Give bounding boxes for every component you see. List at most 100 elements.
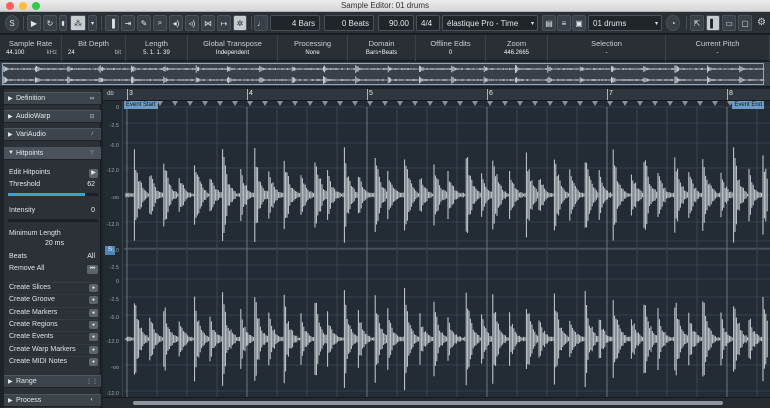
remove-all-row[interactable]: Remove All ⏮ [8,264,98,275]
zoom-tool[interactable]: ⌕ [153,15,167,31]
hitpoint-marker[interactable] [277,101,283,106]
clip-select[interactable]: 01 drums ▾ [588,15,662,31]
intensity-slider[interactable] [8,219,98,222]
ruler[interactable]: db 3 4 5 6 7 8 [103,89,770,101]
info-value[interactable]: - [548,50,665,56]
section-process[interactable]: ▶ Process ◐ [4,394,101,407]
hitpoint-marker[interactable] [487,101,493,106]
time-signature-field[interactable]: 4/4 [416,15,440,31]
hitpoint-marker[interactable] [187,101,193,106]
volume-slider[interactable]: ▮ [59,15,67,31]
auto-scroll-button[interactable]: ↦ [217,15,231,31]
info-value[interactable]: 5. 1. 1. 39 [126,50,187,56]
info-value[interactable]: 0 [416,50,485,56]
info-column[interactable]: Sample Rate 44.100 kHz [0,35,62,61]
horizontal-scrollbar[interactable] [103,397,770,408]
bars-length-field[interactable]: 4 Bars [270,15,320,31]
hitpoint-marker[interactable] [367,101,373,106]
hitpoint-marker[interactable] [427,101,433,106]
threshold-slider[interactable] [8,193,98,196]
action-row[interactable]: Create Markers ● [8,306,98,318]
info-column[interactable]: Zoom 446.2665 [486,35,548,61]
hitpoint-marker[interactable] [157,101,163,106]
action-run-icon[interactable]: ● [89,345,98,354]
acoustic-feedback-button[interactable]: ⁂ [70,15,86,31]
hitpoint-marker[interactable] [457,101,463,106]
info-column[interactable]: Selection - [548,35,666,61]
hitpoint-marker[interactable] [397,101,403,106]
overview-toggle-button[interactable]: ▭ [722,15,736,31]
info-column[interactable]: Current Pitch - [666,35,770,61]
scrub-tool[interactable]: ◃) [185,15,199,31]
hitpoint-marker[interactable] [697,101,703,106]
left-zone-button[interactable]: ⇱ [690,15,704,31]
waveform-overview[interactable] [0,62,770,87]
algorithm-select[interactable]: élastique Pro - Time ▾ [442,15,538,31]
action-row[interactable]: Create Groove ● [8,294,98,305]
info-column[interactable]: Offline Edits 0 [416,35,486,61]
play-button[interactable]: ▶ [27,15,41,31]
section-hitpoints[interactable]: ▼ Hitpoints ⊤ [4,147,101,160]
overview-range-frame[interactable] [2,63,764,85]
hitpoint-marker[interactable] [412,101,418,106]
snap-to-zero-button[interactable]: ⋈ [201,15,215,31]
loop-button[interactable]: ↻ [43,15,57,31]
hitpoint-marker[interactable] [607,101,613,106]
hitpoint-marker[interactable] [502,101,508,106]
hitpoint-marker[interactable] [442,101,448,106]
hitpoint-marker[interactable] [667,101,673,106]
info-column[interactable]: Length 5. 1. 1. 39 [126,35,188,61]
solo-editor-button[interactable]: S [5,15,19,31]
hitpoint-edit-button[interactable]: ✲ [233,15,247,31]
scrollbar-thumb[interactable] [133,401,723,405]
action-row[interactable]: Create Regions ● [8,318,98,330]
action-run-icon[interactable]: ● [89,333,98,342]
info-column[interactable]: Global Transpose Independent [188,35,278,61]
info-value[interactable]: None [278,50,347,56]
info-column[interactable]: Processing None [278,35,348,61]
hitpoint-marker[interactable] [337,101,343,106]
event-start-marker[interactable]: Event Start [124,101,158,109]
info-value[interactable]: Independent [188,50,277,56]
hitpoint-marker[interactable] [652,101,658,106]
hitpoint-marker[interactable] [172,101,178,106]
hitpoint-marker[interactable] [547,101,553,106]
minimum-length-value-row[interactable]: 20 ms [8,239,98,250]
info-value[interactable]: 446.2665 [486,50,547,56]
section-variaudio[interactable]: ▶ VariAudio ♪ [4,128,101,141]
layout-button[interactable]: ≡ [557,15,571,31]
gear-icon[interactable]: ⚙ [757,17,766,28]
play-icon[interactable]: ▶ [89,169,98,178]
action-row[interactable]: Create Slices ● [8,282,98,293]
hitpoint-marker[interactable] [352,101,358,106]
beats-row[interactable]: Beats All [8,252,98,263]
waveform-display[interactable] [124,101,770,397]
hitpoint-marker[interactable] [562,101,568,106]
hitpoint-marker[interactable] [292,101,298,106]
follow-button[interactable]: ▤ [542,15,556,31]
hitpoint-marker[interactable] [712,101,718,106]
section-audiowarp[interactable]: ▶ AudioWarp ⊟ [4,110,101,123]
infoline-toggle-button[interactable]: ▢ [738,15,752,31]
inspector-toggle-button[interactable]: ▌ [706,15,720,31]
show-info-line-button[interactable]: ▐ [105,15,119,31]
hitpoint-marker[interactable] [532,101,538,106]
info-value[interactable]: Bars+Beats [348,50,415,56]
info-column[interactable]: Domain Bars+Beats [348,35,416,61]
feedback-menu-button[interactable]: ▾ [88,15,97,31]
draw-tool[interactable]: ✎ [137,15,151,31]
audition-button[interactable]: ◔ [666,15,680,31]
info-value[interactable]: - [666,50,769,56]
section-definition[interactable]: ▶ Definition ⇹ [4,92,101,105]
action-row[interactable]: Create Warp Markers ● [8,343,98,355]
clip-button[interactable]: ▣ [572,15,586,31]
hitpoint-marker[interactable] [682,101,688,106]
hitpoint-marker[interactable] [247,101,253,106]
hitpoint-marker[interactable] [577,101,583,106]
beats-offset-field[interactable]: 0 Beats [324,15,374,31]
object-select-tool[interactable]: ⇥ [121,15,135,31]
action-run-icon[interactable]: ● [89,296,98,305]
action-run-icon[interactable]: ● [89,284,98,292]
action-run-icon[interactable]: ● [89,308,98,317]
play-tool[interactable]: ◂) [169,15,183,31]
